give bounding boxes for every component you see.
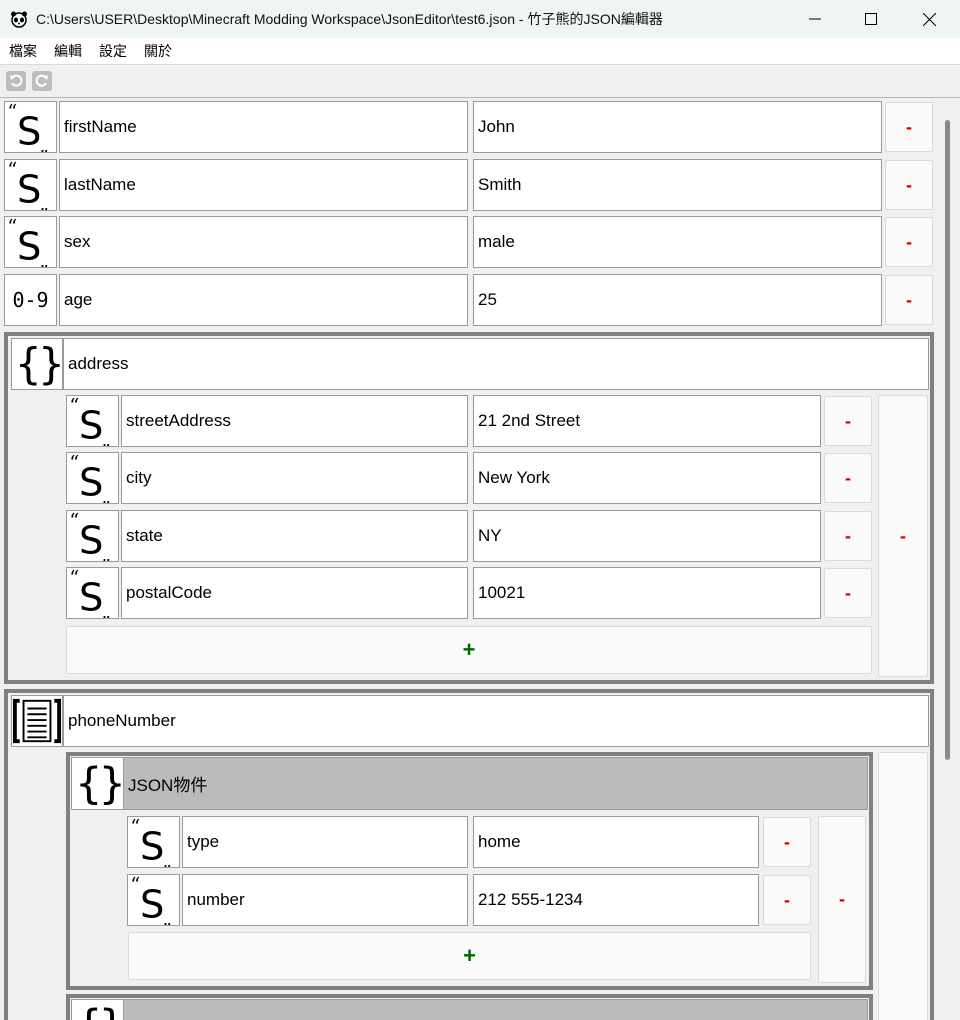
app-icon <box>11 11 27 28</box>
remove-button[interactable]: - <box>763 875 811 925</box>
remove-button[interactable]: - <box>824 511 872 561</box>
undo-icon <box>10 74 23 87</box>
value-field-state[interactable]: NY <box>473 510 821 562</box>
redo-icon <box>35 74 48 87</box>
string-icon[interactable] <box>4 101 57 153</box>
value-field-lastName[interactable]: Smith <box>473 159 882 211</box>
string-icon[interactable] <box>4 159 57 211</box>
toolbar <box>0 65 960 98</box>
key-field-phoneNumber[interactable]: phoneNumber <box>63 695 929 747</box>
key-field-number[interactable]: number <box>182 874 468 926</box>
key-field-state[interactable]: state <box>121 510 468 562</box>
menu-about[interactable]: 關於 <box>135 41 180 61</box>
minimize-icon <box>809 18 821 20</box>
remove-button[interactable]: - <box>824 396 872 446</box>
scrollbar-thumb[interactable] <box>945 120 950 760</box>
undo-button[interactable] <box>6 71 26 91</box>
string-icon[interactable] <box>4 216 57 268</box>
remove-button[interactable]: - <box>824 453 872 503</box>
menu-file[interactable]: 檔案 <box>0 41 45 61</box>
string-icon[interactable] <box>66 395 119 447</box>
object-icon[interactable] <box>71 999 124 1020</box>
remove-button[interactable]: - <box>763 817 811 867</box>
value-field-firstName[interactable]: John <box>473 101 882 153</box>
remove-button[interactable]: - <box>885 160 933 210</box>
remove-button[interactable]: - <box>824 568 872 618</box>
menu-edit[interactable]: 編輯 <box>45 41 90 61</box>
value-field-type[interactable]: home <box>473 816 759 868</box>
redo-button[interactable] <box>32 71 52 91</box>
object-icon[interactable] <box>11 338 63 390</box>
key-field-firstName[interactable]: firstName <box>59 101 468 153</box>
array-item-header <box>71 999 868 1020</box>
menu-settings[interactable]: 設定 <box>90 41 135 61</box>
key-field-streetAddress[interactable]: streetAddress <box>121 395 468 447</box>
add-field-button[interactable]: + <box>128 932 811 980</box>
minimize-button[interactable] <box>786 0 844 38</box>
maximize-button[interactable] <box>842 0 900 38</box>
add-field-button[interactable]: + <box>66 626 872 674</box>
value-field-sex[interactable]: male <box>473 216 882 268</box>
close-button[interactable] <box>900 0 958 38</box>
value-field-streetAddress[interactable]: 21 2nd Street <box>473 395 821 447</box>
remove-button[interactable]: - <box>885 102 933 152</box>
key-field-type[interactable]: type <box>182 816 468 868</box>
number-icon[interactable]: 0-9 <box>4 274 57 326</box>
key-field-city[interactable]: city <box>121 452 468 504</box>
object-icon[interactable] <box>71 757 124 810</box>
key-field-address[interactable]: address <box>63 338 929 390</box>
array-item-label: JSON物件 <box>128 776 208 795</box>
string-icon[interactable] <box>127 816 180 868</box>
remove-item-button[interactable]: - <box>818 816 866 983</box>
string-icon[interactable] <box>66 452 119 504</box>
remove-array-button[interactable] <box>878 752 928 1020</box>
menu-bar: 檔案 編輯 設定 關於 <box>0 38 960 65</box>
value-field-age[interactable]: 25 <box>473 274 882 326</box>
key-field-lastName[interactable]: lastName <box>59 159 468 211</box>
value-field-postalCode[interactable]: 10021 <box>473 567 821 619</box>
key-field-age[interactable]: age <box>59 274 468 326</box>
key-field-sex[interactable]: sex <box>59 216 468 268</box>
json-tree: firstName John - lastName Smith - sex ma… <box>0 98 940 1020</box>
title-bar[interactable]: C:\Users\USER\Desktop\Minecraft Modding … <box>0 0 960 38</box>
remove-button[interactable]: - <box>885 275 933 325</box>
key-field-postalCode[interactable]: postalCode <box>121 567 468 619</box>
vertical-scrollbar[interactable] <box>940 98 960 1020</box>
remove-button[interactable]: - <box>885 217 933 267</box>
window-title: C:\Users\USER\Desktop\Minecraft Modding … <box>36 11 663 27</box>
string-icon[interactable] <box>66 510 119 562</box>
string-icon[interactable] <box>127 874 180 926</box>
remove-object-button[interactable]: - <box>878 395 928 677</box>
value-field-number[interactable]: 212 555-1234 <box>473 874 759 926</box>
string-icon[interactable] <box>66 567 119 619</box>
maximize-icon <box>865 13 877 25</box>
value-field-city[interactable]: New York <box>473 452 821 504</box>
close-icon <box>922 12 936 26</box>
array-icon[interactable] <box>11 695 63 747</box>
